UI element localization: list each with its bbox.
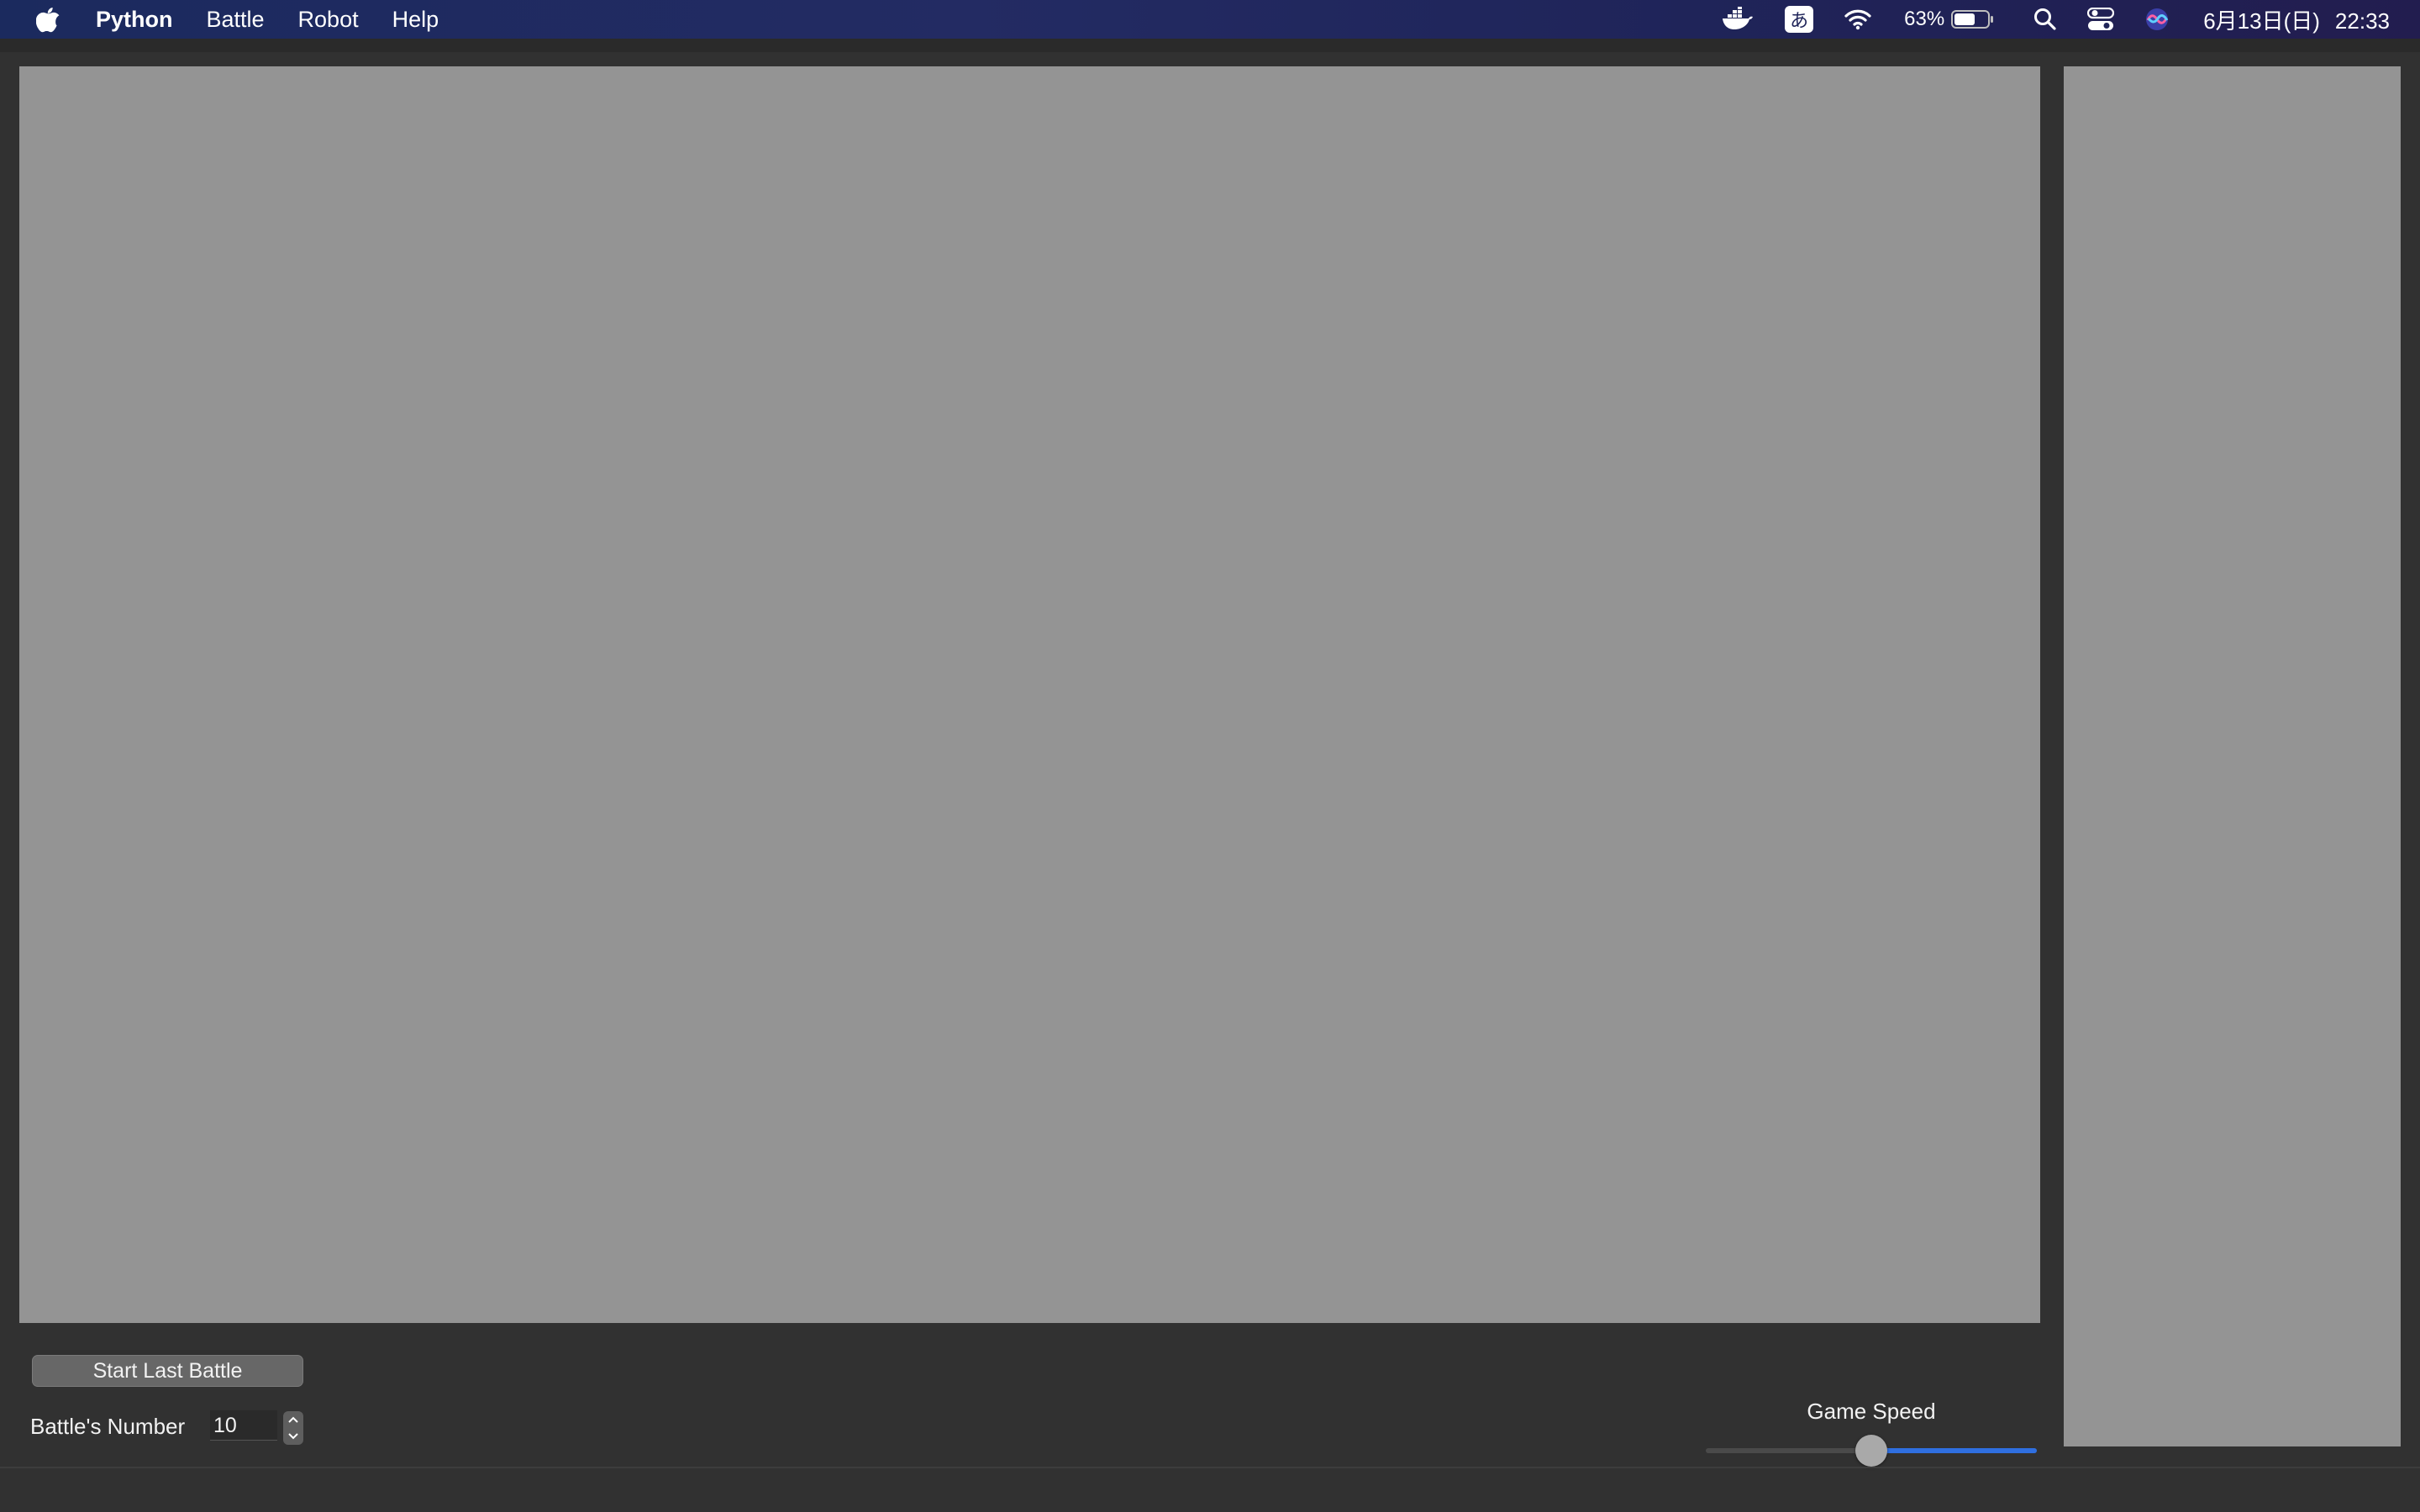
input-method-icon[interactable]: あ xyxy=(1785,6,1814,33)
slider-fill xyxy=(1871,1448,2037,1453)
game-speed-slider[interactable] xyxy=(1706,1435,2037,1467)
battle-arena xyxy=(19,66,2040,1323)
robot-info-panel xyxy=(2064,66,2401,1446)
menu-bar-left: Python Battle Robot Help xyxy=(0,0,439,39)
battles-number-input[interactable]: 10 xyxy=(210,1410,277,1441)
battles-number-stepper[interactable] xyxy=(283,1411,303,1445)
apple-logo-icon[interactable] xyxy=(35,5,60,34)
menu-bar-status-area: あ 63% 6月13日(日) 22:33 xyxy=(1691,0,2420,39)
menu-bar: Python Battle Robot Help あ 63% 6月13日(日) … xyxy=(0,0,2420,39)
battery-icon[interactable] xyxy=(1951,9,1995,29)
input-method-label: あ xyxy=(1790,11,1809,32)
search-icon[interactable] xyxy=(2033,8,2057,31)
control-center-icon[interactable] xyxy=(2087,8,2115,31)
siri-icon[interactable] xyxy=(2144,7,2170,32)
menu-battle[interactable]: Battle xyxy=(207,0,265,39)
stepper-down-icon[interactable] xyxy=(283,1428,303,1445)
menu-help[interactable]: Help xyxy=(392,0,439,39)
menu-bar-clock[interactable]: 6月13日(日) 22:33 xyxy=(2203,4,2390,35)
game-speed-label: Game Speed xyxy=(1807,1399,1936,1424)
slider-knob[interactable] xyxy=(1855,1435,1887,1467)
wifi-icon[interactable] xyxy=(1844,8,1872,30)
battery-percent: 63% xyxy=(1904,8,1945,30)
clock-time: 22:33 xyxy=(2334,8,2390,34)
menu-robot[interactable]: Robot xyxy=(298,0,359,39)
stepper-up-icon[interactable] xyxy=(283,1411,303,1428)
battles-number-label: Battle's Number xyxy=(30,1414,186,1439)
menu-app-python[interactable]: Python xyxy=(96,0,173,39)
start-last-battle-button[interactable]: Start Last Battle xyxy=(32,1355,303,1387)
status-divider xyxy=(0,1467,2420,1468)
docker-whale-icon[interactable] xyxy=(1721,7,1754,32)
app-window: Start Last Battle Battle's Number 10 Gam… xyxy=(0,39,2420,1512)
clock-date: 6月13日(日) xyxy=(2203,8,2320,34)
window-top-edge xyxy=(0,39,2420,52)
